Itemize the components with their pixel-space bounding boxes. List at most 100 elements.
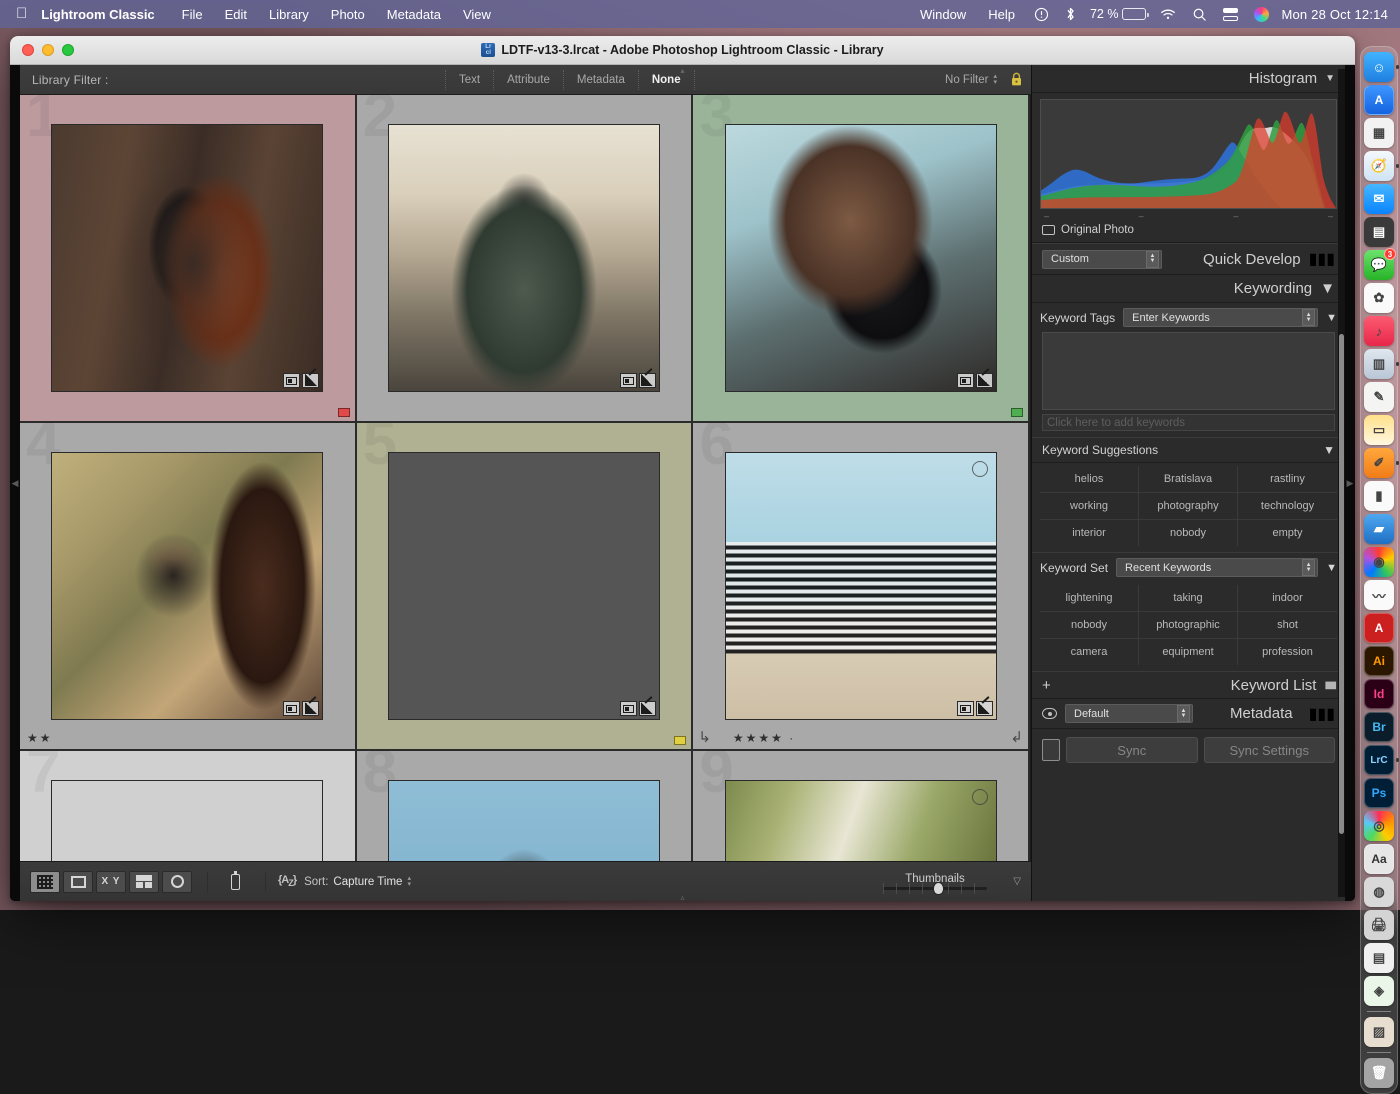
filter-tab-attribute[interactable]: Attribute [493,70,563,90]
dock-item-acrobat[interactable]: A [1364,613,1394,643]
rotate-right-icon[interactable]: ↲ [1010,731,1023,745]
histogram-canvas[interactable] [1040,99,1337,209]
crop-badge-icon[interactable] [283,373,300,388]
bluetooth-icon[interactable] [1057,6,1084,22]
keyword-set-item[interactable]: profession [1238,639,1337,665]
quick-develop-preset-dropdown[interactable]: Custom ▲▼ [1042,250,1162,269]
people-view-button[interactable] [162,871,192,893]
toolbar-collapse-button[interactable]: ▽ [1013,876,1021,887]
menu-photo[interactable]: Photo [320,7,376,22]
dock-item-notes[interactable]: ▭ [1364,415,1394,445]
adjust-badge-icon[interactable] [639,373,656,388]
thumbnail-image[interactable] [51,124,323,392]
keyword-set-item[interactable]: photographic [1139,612,1238,639]
dock-item-maps[interactable]: ◈ [1364,976,1394,1006]
keyword-suggestion-item[interactable]: empty [1238,520,1337,546]
thumbnail-image[interactable] [388,124,660,392]
dock-item-notes-pen[interactable]: ✎ [1364,382,1394,412]
sync-settings-button[interactable]: Sync Settings [1204,737,1336,763]
dock-item-stocks[interactable]: 〰 [1364,580,1394,610]
dock-item-bridge[interactable]: Br [1364,712,1394,742]
rotate-left-icon[interactable]: ↳ [698,731,711,745]
adjust-badge-icon[interactable] [639,701,656,716]
adjust-badge-icon[interactable] [302,373,319,388]
thumbnail-cell[interactable]: 2 [357,95,694,423]
original-photo-toggle[interactable]: Original Photo [1040,221,1337,238]
thumbnail-cell[interactable]: 9 [693,751,1030,861]
triangle-down-icon[interactable]: ▼ [1323,443,1335,457]
dock-item-downloads-folder[interactable]: ▤ [1364,943,1394,973]
dock-item-launchpad[interactable]: ▦ [1364,118,1394,148]
metadata-header[interactable]: Default ▲▼ Metadata ▮▮▮ [1032,699,1345,729]
stepper-icon[interactable]: ▲▼ [1302,309,1315,326]
dock-item-printer[interactable]: 🖨 [1364,910,1394,940]
color-label-chip[interactable] [1011,408,1023,417]
zoom-button[interactable] [62,44,74,56]
thumbnail-image[interactable] [51,780,323,861]
color-label-chip[interactable] [338,408,350,417]
dock-item-creative-cloud[interactable]: ◎ [1364,811,1394,841]
minimize-button[interactable] [42,44,54,56]
sync-button[interactable]: Sync [1066,737,1198,763]
crop-badge-icon[interactable] [620,373,637,388]
switch-icon[interactable]: ▮▮▮ [1324,680,1335,691]
keyword-suggestion-item[interactable]: interior [1040,520,1139,546]
crop-badge-icon[interactable] [283,701,300,716]
stepper-icon[interactable]: ▲▼ [1177,705,1190,722]
dock-item-lightroom-classic[interactable]: LrC [1364,745,1394,775]
do-not-disturb-icon[interactable] [1026,7,1057,22]
dock-item-recents[interactable]: ▨ [1364,1017,1394,1047]
dock-item-font-book[interactable]: Aa [1364,844,1394,874]
filter-tab-text[interactable]: Text [445,70,493,90]
thumbnail-cell[interactable]: 1 [20,95,357,423]
adjust-badge-icon[interactable] [976,701,993,716]
keyword-suggestion-item[interactable]: Bratislava [1139,466,1238,493]
triangle-down-icon[interactable]: ▼ [1320,280,1335,297]
stepper-icon[interactable]: ▲▼ [1146,251,1159,268]
menu-view[interactable]: View [452,7,502,22]
keyword-suggestion-item[interactable]: photography [1139,493,1238,520]
spotlight-search-icon[interactable] [1184,7,1215,22]
triangle-down-icon[interactable]: ▼ [1326,562,1337,574]
thumbnail-image[interactable] [725,780,997,861]
thumbnail-image[interactable] [388,780,660,861]
slider-knob[interactable] [933,882,944,895]
triangle-down-icon[interactable]: ▼ [1325,73,1335,84]
apple-logo-icon[interactable]:  [0,6,41,21]
thumbnail-cell[interactable]: 5 [357,423,694,751]
thumbnail-cell[interactable]: 7 [20,751,357,861]
loupe-view-button[interactable] [63,871,93,893]
dock-item-trash[interactable]: 🗑 [1364,1058,1394,1088]
dock-item-messages[interactable]: 💬3 [1364,250,1394,280]
painter-tool-button[interactable] [220,871,250,893]
thumbnail-grid-scroll[interactable]: 1234★★56↳★★★★ ·↲789 [20,95,1031,861]
dock-item-freeform[interactable]: ✐ [1364,448,1394,478]
dock-item-indesign[interactable]: Id [1364,679,1394,709]
dock-item-app-store[interactable]: A [1364,85,1394,115]
siri-orb-icon[interactable] [1246,7,1277,22]
menu-window[interactable]: Window [909,7,977,22]
menu-help[interactable]: Help [977,7,1026,22]
sort-value-dropdown[interactable]: Capture Time [333,876,402,888]
thumbnail-cell[interactable]: 4★★ [20,423,357,751]
dock-item-finder[interactable]: ☺ [1364,52,1394,82]
pick-flag-circle-icon[interactable] [972,789,988,805]
menu-file[interactable]: File [171,7,214,22]
dock-item-music[interactable]: ♪ [1364,316,1394,346]
dock-item-safari[interactable]: 🧭 [1364,151,1394,181]
metadata-preset-dropdown[interactable]: Default ▲▼ [1065,704,1193,723]
wifi-icon[interactable] [1152,7,1184,21]
menu-library[interactable]: Library [258,7,320,22]
keyword-set-dropdown[interactable]: Recent Keywords ▲▼ [1116,558,1318,577]
close-button[interactable] [22,44,34,56]
compare-view-button[interactable]: X Y [96,871,126,893]
switch-icon[interactable]: ▮▮▮ [1309,704,1335,724]
dock-item-photos[interactable]: ✿ [1364,283,1394,313]
thumbnail-image[interactable] [51,452,323,720]
thumbnail-image[interactable] [725,124,997,392]
right-panel-scrollbar[interactable] [1338,69,1345,897]
scrollbar-thumb[interactable] [1339,334,1344,834]
mobile-sync-icon[interactable] [1042,739,1060,761]
crop-badge-icon[interactable] [957,701,974,716]
keyword-set-item[interactable]: taking [1139,585,1238,612]
